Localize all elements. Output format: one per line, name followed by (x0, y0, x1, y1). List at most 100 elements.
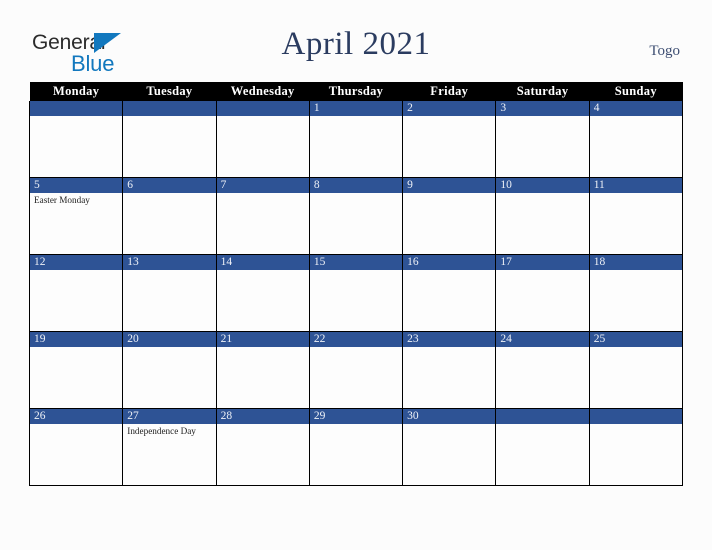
day-number: 20 (123, 332, 216, 347)
day-number: 12 (30, 255, 123, 270)
day-number: 4 (589, 101, 682, 116)
calendar-day-cell[interactable]: 26 (28, 408, 124, 486)
weekday-header-sunday: Sunday (589, 82, 683, 101)
day-number: 23 (403, 332, 496, 347)
day-cell-body (403, 347, 495, 349)
day-cell-body (590, 424, 682, 426)
day-number: 21 (216, 332, 309, 347)
day-cell-body (30, 424, 122, 426)
day-number (496, 409, 589, 424)
day-cell-body (30, 347, 122, 349)
calendar-week-row: 26 27 Independence Day 28 29 30 (28, 408, 684, 486)
calendar-empty-cell[interactable] (215, 101, 310, 178)
calendar-day-cell[interactable]: 22 (308, 331, 404, 409)
calendar-day-cell[interactable]: 17 (495, 254, 590, 332)
day-cell-body (496, 347, 588, 349)
day-cell-body (310, 116, 402, 118)
calendar-day-cell[interactable]: 9 (402, 177, 497, 255)
day-number: 6 (123, 178, 216, 193)
calendar-day-cell[interactable]: 8 (308, 177, 404, 255)
day-number: 19 (30, 332, 123, 347)
day-cell-body (123, 193, 215, 195)
day-number: 29 (309, 409, 403, 424)
day-cell-body (30, 270, 122, 272)
calendar-empty-cell[interactable] (495, 408, 590, 486)
day-number (30, 101, 123, 116)
day-cell-body (310, 424, 402, 426)
weekday-header-saturday: Saturday (495, 82, 590, 101)
day-cell-body: Easter Monday (30, 193, 122, 206)
day-cell-body (217, 347, 309, 349)
day-number: 27 (123, 409, 216, 424)
day-cell-body (496, 424, 588, 426)
calendar-day-cell[interactable]: 20 (122, 331, 217, 409)
day-cell-body (590, 116, 682, 118)
day-cell-body (310, 347, 402, 349)
calendar-day-cell[interactable]: 2 (402, 101, 497, 178)
day-number (216, 101, 309, 116)
calendar-day-cell[interactable]: 3 (495, 101, 590, 178)
day-cell-body (123, 270, 215, 272)
page-header: General Blue April 2021 Togo (0, 0, 712, 80)
day-number: 22 (309, 332, 403, 347)
calendar-day-cell[interactable]: 29 (308, 408, 404, 486)
day-number: 2 (403, 101, 496, 116)
day-number: 30 (403, 409, 496, 424)
calendar-week-row: 1234 (28, 101, 684, 178)
calendar-empty-cell[interactable] (122, 101, 217, 178)
day-cell-body (217, 270, 309, 272)
calendar-day-cell[interactable]: 23 (402, 331, 497, 409)
calendar-day-cell[interactable]: 14 (215, 254, 310, 332)
calendar-day-cell[interactable]: 1 (308, 101, 404, 178)
calendar-day-cell[interactable]: 25 (588, 331, 684, 409)
calendar-day-cell[interactable]: 24 (495, 331, 590, 409)
day-cell-body (590, 270, 682, 272)
day-cell-body (30, 116, 122, 118)
calendar-week-row: 5 Easter Monday 6 7 8 9 10 11 (28, 177, 684, 255)
calendar-day-cell[interactable]: 10 (495, 177, 590, 255)
day-number: 11 (589, 178, 682, 193)
calendar-day-cell[interactable]: 15 (308, 254, 404, 332)
day-number: 3 (496, 101, 589, 116)
calendar-day-cell[interactable]: 5 Easter Monday (28, 177, 124, 255)
day-cell-body: Independence Day (123, 424, 215, 437)
calendar-day-cell[interactable]: 6 (122, 177, 217, 255)
calendar-day-cell[interactable]: 13 (122, 254, 217, 332)
day-number: 24 (496, 332, 589, 347)
day-cell-body (403, 193, 495, 195)
calendar-day-cell[interactable]: 4 (588, 101, 684, 178)
calendar-day-cell[interactable]: 7 (215, 177, 310, 255)
day-number: 17 (496, 255, 589, 270)
calendar-day-cell[interactable]: 28 (215, 408, 310, 486)
day-number: 15 (309, 255, 403, 270)
holiday-event-label: Easter Monday (34, 195, 90, 205)
day-number (589, 409, 682, 424)
weekday-header-thursday: Thursday (309, 82, 403, 101)
page-title: April 2021 (281, 26, 431, 62)
calendar-day-cell[interactable]: 11 (588, 177, 684, 255)
calendar-day-cell[interactable]: 18 (588, 254, 684, 332)
day-cell-body (217, 193, 309, 195)
calendar-day-cell[interactable]: 21 (215, 331, 310, 409)
calendar-day-cell[interactable]: 12 (28, 254, 124, 332)
calendar-empty-cell[interactable] (588, 408, 684, 486)
day-cell-body (310, 193, 402, 195)
holiday-event-label: Independence Day (127, 426, 196, 436)
calendar-day-cell[interactable]: 19 (28, 331, 124, 409)
calendar-day-cell[interactable]: 30 (402, 408, 497, 486)
day-cell-body (123, 347, 215, 349)
day-cell-body (217, 116, 309, 118)
day-number: 8 (309, 178, 403, 193)
calendar-day-cell[interactable]: 16 (402, 254, 497, 332)
region-label: Togo (649, 43, 680, 59)
day-number: 14 (216, 255, 309, 270)
weekday-header-wednesday: Wednesday (216, 82, 310, 101)
day-number: 10 (496, 178, 589, 193)
calendar-header-row: Monday Tuesday Wednesday Thursday Friday Satu… (29, 82, 683, 101)
day-cell-body (496, 270, 588, 272)
calendar-empty-cell[interactable] (28, 101, 124, 178)
weekday-header-tuesday: Tuesday (122, 82, 217, 101)
day-number: 28 (216, 409, 309, 424)
day-number: 5 (30, 178, 123, 193)
calendar-day-cell[interactable]: 27 Independence Day (122, 408, 217, 486)
